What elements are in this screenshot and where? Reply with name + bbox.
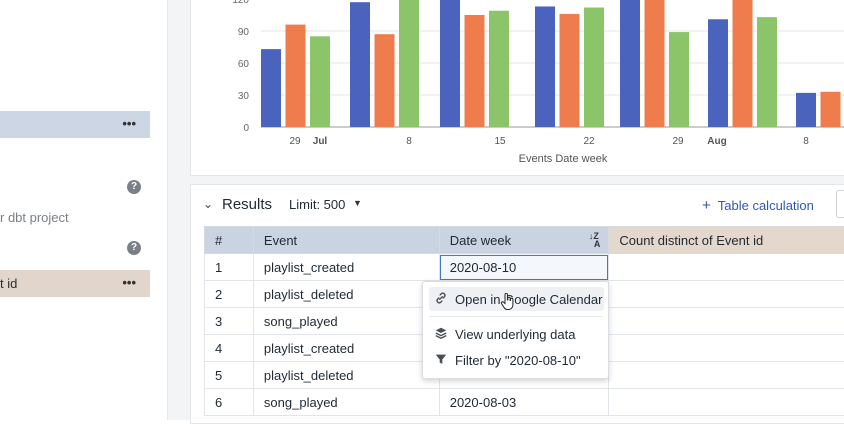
x-tick-label: Aug — [707, 136, 726, 147]
x-tick-label: Jul — [313, 136, 328, 147]
x-tick-label: 15 — [494, 136, 506, 147]
cell-event[interactable]: song_played — [253, 389, 439, 416]
table-calculation-label: Table calculation — [718, 198, 814, 213]
limit-dropdown[interactable]: Limit: 500 — [289, 197, 345, 212]
toolbar-button[interactable] — [836, 190, 844, 218]
cell-event[interactable]: song_played — [253, 308, 439, 335]
y-tick-label: 60 — [238, 59, 250, 70]
more-options-icon-2[interactable]: ••• — [122, 275, 136, 290]
sidebar-metric-label: t id — [0, 276, 17, 291]
menu-item-filter-by-value[interactable]: Filter by "2020-08-10" — [429, 348, 604, 372]
cell-count[interactable] — [609, 308, 844, 335]
plus-icon: + — [702, 197, 711, 214]
x-axis-label: Events Date week — [519, 153, 608, 165]
cell-event[interactable]: playlist_deleted — [253, 362, 439, 389]
caret-down-icon[interactable]: ▼ — [353, 198, 362, 208]
cell-event[interactable]: playlist_deleted — [253, 281, 439, 308]
cell-index[interactable]: 1 — [205, 254, 254, 281]
bar[interactable] — [757, 17, 777, 127]
y-tick-label: 120 — [232, 0, 249, 6]
x-tick-label: 29 — [289, 136, 301, 147]
column-header-index[interactable]: # — [205, 227, 254, 254]
table-header-row: # Event Date week ↓Z A Count distinct of… — [205, 227, 844, 254]
results-header: ⌄ Results Limit: 500 ▼ + Table calculatio… — [191, 185, 844, 225]
bar[interactable] — [310, 36, 330, 127]
help-icon-2[interactable]: ? — [127, 241, 141, 255]
column-header-count[interactable]: Count distinct of Event id — [609, 227, 844, 254]
bar[interactable] — [708, 19, 728, 127]
table-calculation-button[interactable]: + Table calculation — [702, 197, 814, 214]
cell-event[interactable]: playlist_created — [253, 335, 439, 362]
more-options-icon[interactable]: ••• — [122, 116, 136, 131]
dbt-project-hint: r dbt project — [0, 210, 69, 225]
column-header-date-week[interactable]: Date week ↓Z A — [439, 227, 609, 254]
sidebar-metric-row[interactable]: t id ••• — [0, 270, 150, 297]
link-icon — [434, 291, 448, 305]
filter-icon — [434, 352, 448, 366]
cell-count[interactable] — [609, 389, 844, 416]
chart-card: 0 30 60 90 120 29 Jul 8 15 22 29 Aug 8 Events Date … — [190, 0, 844, 176]
cell-index[interactable]: 6 — [205, 389, 254, 416]
bar[interactable] — [399, 0, 419, 127]
bar[interactable] — [620, 0, 640, 127]
cell-count[interactable] — [609, 362, 844, 389]
layers-icon — [434, 326, 448, 340]
bar[interactable] — [733, 0, 753, 127]
cell-date-week[interactable]: 2020-08-03 — [439, 389, 609, 416]
bar[interactable] — [350, 2, 370, 127]
bar[interactable] — [375, 34, 395, 127]
bar[interactable] — [286, 25, 306, 127]
menu-divider — [429, 316, 602, 317]
column-header-event[interactable]: Event — [253, 227, 439, 254]
bar[interactable] — [560, 14, 580, 127]
results-title: Results — [222, 196, 272, 213]
cell-index[interactable]: 4 — [205, 335, 254, 362]
bar[interactable] — [261, 49, 281, 127]
hand-cursor-icon — [500, 293, 516, 311]
cell-event[interactable]: playlist_created — [253, 254, 439, 281]
explore-sidebar: ••• ? r dbt project ? t id ••• — [0, 0, 168, 420]
cell-index[interactable]: 2 — [205, 281, 254, 308]
menu-item-label: Open in Google Calendar — [455, 292, 602, 307]
bar[interactable] — [669, 32, 689, 127]
bar[interactable] — [645, 0, 665, 127]
table-row: 1 playlist_created 2020-08-10 — [205, 254, 844, 281]
y-tick-label: 0 — [243, 123, 249, 134]
column-header-date-week-label: Date week — [450, 233, 511, 248]
menu-item-open-google-calendar[interactable]: Open in Google Calendar — [429, 287, 604, 311]
bar[interactable] — [465, 15, 485, 127]
bar-chart: 0 30 60 90 120 29 Jul 8 15 22 29 Aug 8 Events Date … — [191, 0, 844, 176]
menu-item-label: Filter by "2020-08-10" — [455, 353, 581, 368]
x-tick-label: 22 — [583, 136, 595, 147]
help-icon[interactable]: ? — [127, 180, 141, 194]
cell-index[interactable]: 5 — [205, 362, 254, 389]
x-tick-label: 29 — [672, 136, 684, 147]
y-tick-label: 90 — [238, 27, 250, 38]
x-tick-label: 8 — [803, 136, 809, 147]
cell-count[interactable] — [609, 335, 844, 362]
y-tick-label: 30 — [238, 91, 250, 102]
cell-count[interactable] — [609, 281, 844, 308]
bar[interactable] — [821, 92, 841, 127]
cell-index[interactable]: 3 — [205, 308, 254, 335]
collapse-chevron-icon[interactable]: ⌄ — [203, 197, 213, 211]
bar[interactable] — [584, 8, 604, 127]
sort-descending-icon[interactable]: ↓Z A — [589, 232, 601, 248]
menu-item-label: View underlying data — [455, 327, 575, 342]
bar[interactable] — [796, 93, 816, 127]
x-tick-label: 8 — [406, 136, 412, 147]
bar[interactable] — [440, 0, 460, 127]
bar[interactable] — [489, 11, 509, 127]
sidebar-selected-row[interactable]: ••• — [0, 111, 150, 138]
cell-date-week-selected[interactable]: 2020-08-10 — [439, 254, 609, 281]
table-row: 6 song_played 2020-08-03 — [205, 389, 844, 416]
cell-count[interactable] — [609, 254, 844, 281]
sort-icon-a: A — [594, 239, 601, 249]
menu-item-view-underlying-data[interactable]: View underlying data — [429, 322, 604, 346]
bar[interactable] — [535, 6, 555, 127]
